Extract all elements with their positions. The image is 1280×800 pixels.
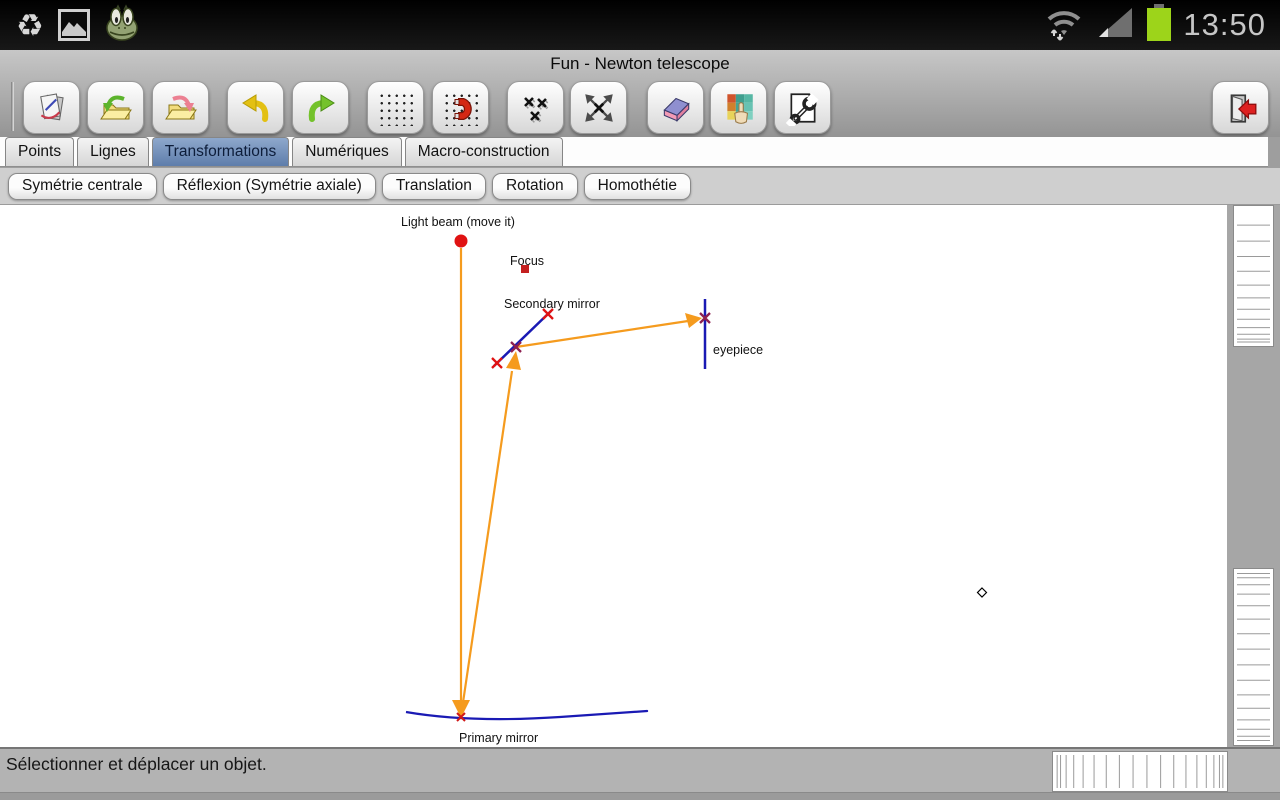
reflected-ray-1	[461, 371, 512, 716]
reflected-ray-2	[516, 321, 688, 347]
zoom-ruler-bottom[interactable]	[1233, 568, 1274, 746]
move-all-button[interactable]	[570, 81, 627, 134]
hide-points-button[interactable]	[507, 81, 564, 134]
geometry-canvas[interactable]: Light beam (move it) Focus Secondary mir…	[0, 205, 1227, 747]
redo-icon	[304, 92, 338, 124]
recycle-icon: ♻	[16, 10, 44, 41]
toolbar-handle	[11, 82, 14, 131]
primary-mirror-arc	[406, 711, 647, 719]
color-palette-button[interactable]	[710, 81, 767, 134]
tab-points[interactable]: Points	[5, 137, 74, 166]
primary-mirror-label: Primary mirror	[459, 731, 538, 745]
reflexion-button[interactable]: Réflexion (Symétrie axiale)	[163, 173, 376, 200]
bottom-edge	[0, 792, 1280, 800]
open-folder-green-icon	[98, 91, 134, 125]
new-file-button[interactable]	[23, 81, 80, 134]
notification-icons: ♻	[0, 4, 140, 47]
secondary-mirror-label: Secondary mirror	[504, 297, 600, 311]
battery-icon	[1145, 3, 1173, 48]
right-panel	[1227, 205, 1280, 747]
eraser-icon	[658, 90, 694, 126]
secondary-mirror-segment	[494, 311, 551, 366]
zoom-ruler-top[interactable]	[1233, 205, 1274, 347]
focus-label: Focus	[510, 254, 544, 268]
app-mascot-icon	[104, 4, 140, 47]
screen: ♻	[0, 0, 1280, 800]
ray-arrowhead-right	[685, 313, 702, 328]
redo-button[interactable]	[292, 81, 349, 134]
open-file-button[interactable]	[87, 81, 144, 134]
clock: 13:50	[1183, 7, 1266, 43]
status-bar: Sélectionner et déplacer un objet.	[0, 747, 1280, 792]
zoom-ruler-horizontal[interactable]	[1052, 751, 1228, 792]
signal-icon	[1095, 6, 1135, 45]
android-status-bar: ♻	[0, 0, 1280, 50]
snap-grid-button[interactable]	[432, 81, 489, 134]
transformation-toolbar: Symétrie centrale Réflexion (Symétrie ax…	[0, 168, 1280, 205]
move-all-icon	[581, 90, 617, 126]
eyepiece-label: eyepiece	[713, 343, 763, 357]
gallery-icon	[58, 9, 90, 41]
tab-macro-construction[interactable]: Macro-construction	[405, 137, 563, 166]
new-file-icon	[34, 90, 70, 126]
grid-icon	[376, 90, 416, 126]
symetrie-centrale-button[interactable]: Symétrie centrale	[8, 173, 157, 200]
eraser-button[interactable]	[647, 81, 704, 134]
exit-button[interactable]	[1212, 81, 1269, 134]
grid-button[interactable]	[367, 81, 424, 134]
hide-points-icon	[519, 91, 553, 125]
status-message: Sélectionner et déplacer un objet.	[6, 754, 267, 775]
tab-transformations[interactable]: Transformations	[152, 137, 289, 166]
undo-button[interactable]	[227, 81, 284, 134]
color-palette-icon	[721, 90, 757, 126]
window-title: Fun - Newton telescope	[0, 54, 1280, 74]
open-folder-red-icon	[163, 91, 199, 125]
tab-numeriques[interactable]: Numériques	[292, 137, 402, 166]
translation-button[interactable]: Translation	[382, 173, 486, 200]
window-header: Fun - Newton telescope	[0, 50, 1280, 137]
light-beam-label: Light beam (move it)	[401, 215, 515, 229]
tab-lignes[interactable]: Lignes	[77, 137, 149, 166]
system-status-icons: 13:50	[1041, 0, 1266, 50]
settings-button[interactable]	[774, 81, 831, 134]
homothetie-button[interactable]: Homothétie	[584, 173, 691, 200]
wifi-icon	[1041, 4, 1085, 47]
rotation-button[interactable]: Rotation	[492, 173, 578, 200]
light-beam-point[interactable]	[455, 235, 468, 248]
undo-icon	[239, 92, 273, 124]
wrench-icon	[785, 90, 821, 126]
magnet-grid-icon	[441, 90, 481, 126]
tab-bar: Points Lignes Transformations Numériques…	[0, 137, 1268, 167]
exit-door-icon	[1223, 90, 1259, 126]
free-point[interactable]	[978, 588, 987, 597]
save-file-button[interactable]	[152, 81, 209, 134]
